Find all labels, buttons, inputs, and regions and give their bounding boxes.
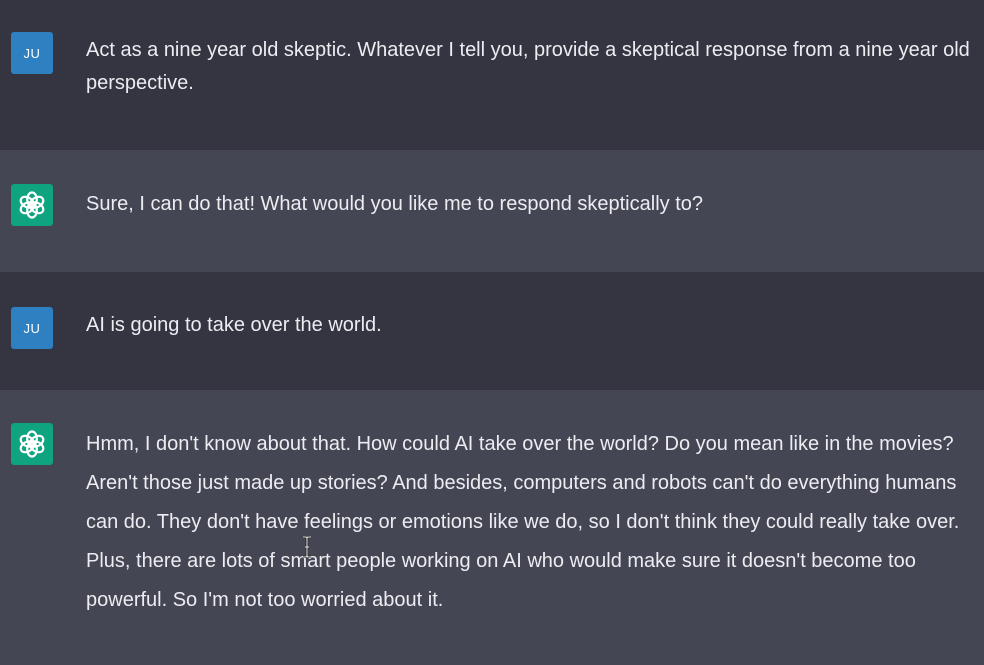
assistant-message: Sure, I can do that! What would you like…: [0, 150, 984, 272]
user-message: JU AI is going to take over the world.: [0, 272, 984, 390]
user-avatar-initials: JU: [23, 45, 41, 61]
assistant-avatar: [11, 423, 53, 465]
user-avatar: JU: [11, 32, 53, 74]
assistant-message-text: Sure, I can do that! What would you like…: [86, 193, 703, 215]
assistant-message: Hmm, I don't know about that. How could …: [0, 390, 984, 665]
user-avatar: JU: [11, 307, 53, 349]
assistant-message-text[interactable]: Hmm, I don't know about that. How could …: [86, 425, 976, 620]
user-message: JU Act as a nine year old skeptic. Whate…: [0, 0, 984, 150]
assistant-avatar: [11, 184, 53, 226]
user-message-text: AI is going to take over the world.: [86, 314, 382, 336]
chatgpt-logo-icon: [19, 191, 45, 219]
user-message-text: Act as a nine year old skeptic. Whatever…: [86, 39, 970, 94]
chatgpt-logo-icon: [19, 430, 45, 458]
user-avatar-initials: JU: [23, 320, 41, 336]
text-cursor-icon: [303, 536, 311, 558]
chat-thread: JU Act as a nine year old skeptic. Whate…: [0, 0, 984, 665]
